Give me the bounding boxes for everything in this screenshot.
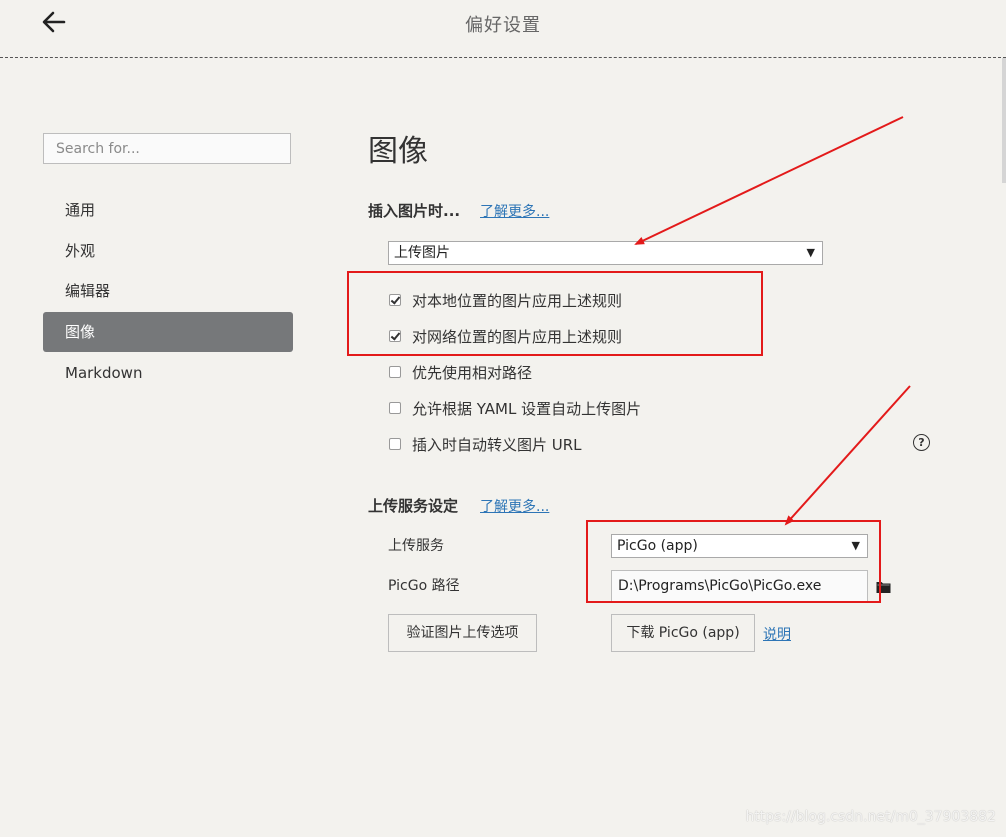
option-label: 对本地位置的图片应用上述规则 [412,291,623,310]
checkbox-icon[interactable] [389,366,401,378]
option-apply-local[interactable]: 对本地位置的图片应用上述规则 [389,289,622,311]
checkbox-icon[interactable] [389,294,401,306]
sidebar-item-image[interactable]: 图像 [43,312,293,352]
picgo-path-input[interactable] [611,570,868,602]
search-input[interactable] [43,133,291,164]
sidebar-item-general[interactable]: 通用 [43,190,293,230]
option-apply-network[interactable]: 对网络位置的图片应用上述规则 [389,325,622,347]
validate-upload-button[interactable]: 验证图片上传选项 [388,614,537,652]
window-title: 偏好设置 [465,15,541,36]
option-label: 优先使用相对路径 [412,363,533,382]
folder-icon[interactable] [876,580,891,594]
checkbox-icon[interactable] [389,438,401,450]
explain-link[interactable]: 说明 [763,624,791,644]
page-title: 图像 [368,134,428,169]
option-escape-url[interactable]: 插入时自动转义图片 URL [389,433,582,455]
scrollbar[interactable] [1002,58,1006,183]
annotation-arrow [634,116,904,245]
upload-service-value: PicGo (app) [617,538,698,554]
option-relative-path[interactable]: 优先使用相对路径 [389,361,532,383]
option-label: 对网络位置的图片应用上述规则 [412,327,623,346]
insert-image-learn-more-link[interactable]: 了解更多... [480,201,549,221]
option-label: 允许根据 YAML 设置自动上传图片 [412,399,642,418]
sidebar-item-appearance[interactable]: 外观 [43,231,293,271]
option-label: 插入时自动转义图片 URL [412,435,582,454]
option-yaml-auto-upload[interactable]: 允许根据 YAML 设置自动上传图片 [389,397,641,419]
upload-service-learn-more-link[interactable]: 了解更多... [480,496,549,516]
upload-service-heading: 上传服务设定 [368,497,459,515]
annotation-arrow [784,385,911,526]
checkbox-icon[interactable] [389,330,401,342]
upload-service-label: 上传服务 [388,538,444,554]
caret-down-icon: ▼ [851,539,860,552]
picgo-path-label: PicGo 路径 [388,578,460,594]
insert-image-heading: 插入图片时... [368,202,461,220]
upload-service-select[interactable]: PicGo (app) ▼ [611,534,868,558]
sidebar-item-markdown[interactable]: Markdown [43,353,293,393]
watermark: https://blog.csdn.net/m0_37903882 [745,809,996,825]
caret-down-icon: ▼ [806,246,815,259]
title-bar: 偏好设置 [0,0,1006,58]
insert-image-action-select[interactable]: 上传图片 ▼ [388,241,823,265]
checkbox-icon[interactable] [389,402,401,414]
sidebar-item-editor[interactable]: 编辑器 [43,271,293,311]
insert-image-action-value: 上传图片 [394,245,450,261]
help-icon[interactable]: ? [913,434,930,451]
download-picgo-button[interactable]: 下载 PicGo (app) [611,614,755,652]
